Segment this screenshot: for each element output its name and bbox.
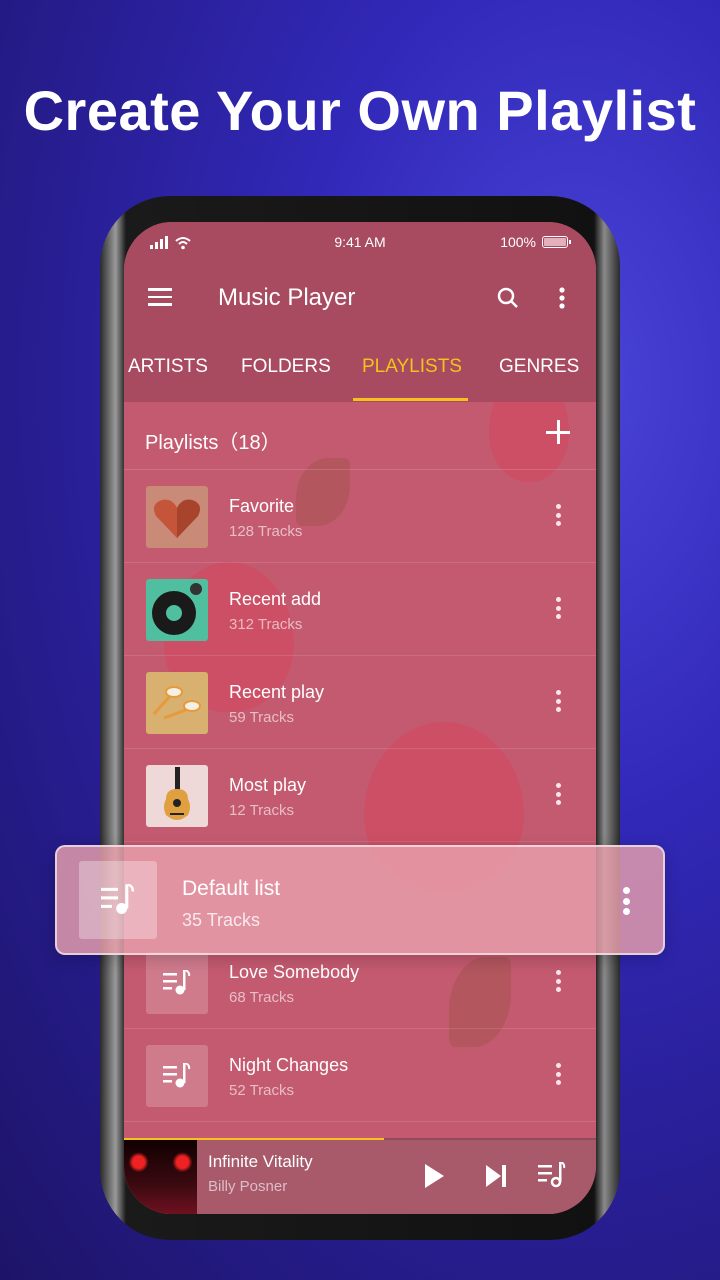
playlist-thumbnail <box>146 672 208 734</box>
playlist-name: Recent play <box>229 682 325 702</box>
search-icon[interactable] <box>496 286 520 310</box>
playlist-thumbnail <box>146 765 208 827</box>
playlist-name: Favorite <box>229 496 295 516</box>
hamburger-menu-icon[interactable] <box>148 288 172 306</box>
playlist-item[interactable]: Recent add 312 Tracks <box>124 563 596 656</box>
queue-music-icon[interactable] <box>538 1162 566 1188</box>
playlist-item[interactable]: Recent play 59 Tracks <box>124 656 596 749</box>
now-playing-title: Infinite Vitality <box>208 1152 313 1171</box>
playlist-item[interactable]: Favorite 128 Tracks <box>124 470 596 563</box>
app-bar: Music Player <box>124 280 596 316</box>
playlist-thumbnail <box>146 952 208 1014</box>
playlist-item[interactable]: Most play 12 Tracks <box>124 749 596 842</box>
playlist-track-count: 12 Tracks <box>229 802 295 819</box>
playlist-thumbnail <box>79 861 157 939</box>
active-tab-indicator <box>353 398 468 401</box>
earphones-art-icon <box>152 686 201 720</box>
app-screen: 9:41 AM 100% Music Player ARTISTS FOLDER… <box>124 222 596 1214</box>
more-vert-icon[interactable] <box>623 887 630 919</box>
skip-next-icon[interactable] <box>484 1162 508 1190</box>
more-vert-icon[interactable] <box>556 597 562 623</box>
playlist-thumbnail <box>146 579 208 641</box>
more-vert-icon[interactable] <box>558 286 566 310</box>
playlist-thumbnail <box>146 486 208 548</box>
status-bar: 9:41 AM 100% <box>124 232 596 256</box>
guitar-art-icon <box>164 767 190 820</box>
heart-art-icon <box>154 499 200 538</box>
playlist-music-icon <box>163 970 191 995</box>
tab-artists[interactable]: ARTISTS <box>128 356 208 378</box>
playlist-item[interactable]: Night Changes 52 Tracks <box>124 1029 596 1122</box>
highlighted-playlist-card[interactable]: Default list 35 Tracks <box>55 845 665 955</box>
more-vert-icon[interactable] <box>556 690 562 716</box>
more-vert-icon[interactable] <box>556 970 562 996</box>
playlists-count-label: Playlists（18） <box>145 432 281 454</box>
battery-icon <box>542 236 571 248</box>
playlist-track-count: 35 Tracks <box>182 910 261 930</box>
more-vert-icon[interactable] <box>556 1063 562 1089</box>
playlist-name: Love Somebody <box>229 962 360 982</box>
tab-playlists[interactable]: PLAYLISTS <box>362 356 462 378</box>
promo-headline: Create Your Own Playlist <box>23 79 697 142</box>
tab-bar: ARTISTS FOLDERS PLAYLISTS GENRES <box>124 352 596 402</box>
playlists-header: Playlists（18） <box>124 402 596 470</box>
playlist-track-count: 312 Tracks <box>229 616 303 633</box>
playlist-name: Recent add <box>229 589 322 609</box>
more-vert-icon[interactable] <box>556 504 562 530</box>
playlist-name: Default list <box>182 877 281 900</box>
phone-frame: 9:41 AM 100% Music Player ARTISTS FOLDER… <box>100 196 620 1240</box>
playlist-track-count: 52 Tracks <box>229 1082 295 1099</box>
playlist-thumbnail <box>146 1045 208 1107</box>
now-playing-bar[interactable]: Infinite Vitality Billy Posner <box>124 1138 596 1214</box>
tab-genres[interactable]: GENRES <box>499 356 579 378</box>
playlist-name: Most play <box>229 775 307 795</box>
playlist-music-icon <box>101 884 134 914</box>
more-vert-icon[interactable] <box>556 783 562 809</box>
turntable-art-icon <box>152 583 202 635</box>
playlist-music-icon <box>163 1063 191 1088</box>
battery-percent: 100% <box>500 234 536 250</box>
plus-icon[interactable] <box>546 420 570 444</box>
app-title: Music Player <box>218 284 356 311</box>
playlist-track-count: 68 Tracks <box>229 989 295 1006</box>
play-icon[interactable] <box>422 1162 446 1190</box>
playlist-name: Night Changes <box>229 1055 349 1075</box>
playlist-track-count: 128 Tracks <box>229 523 303 540</box>
album-art <box>124 1140 197 1214</box>
now-playing-artist: Billy Posner <box>208 1178 288 1195</box>
tab-folders[interactable]: FOLDERS <box>241 356 331 378</box>
playlist-track-count: 59 Tracks <box>229 709 295 726</box>
